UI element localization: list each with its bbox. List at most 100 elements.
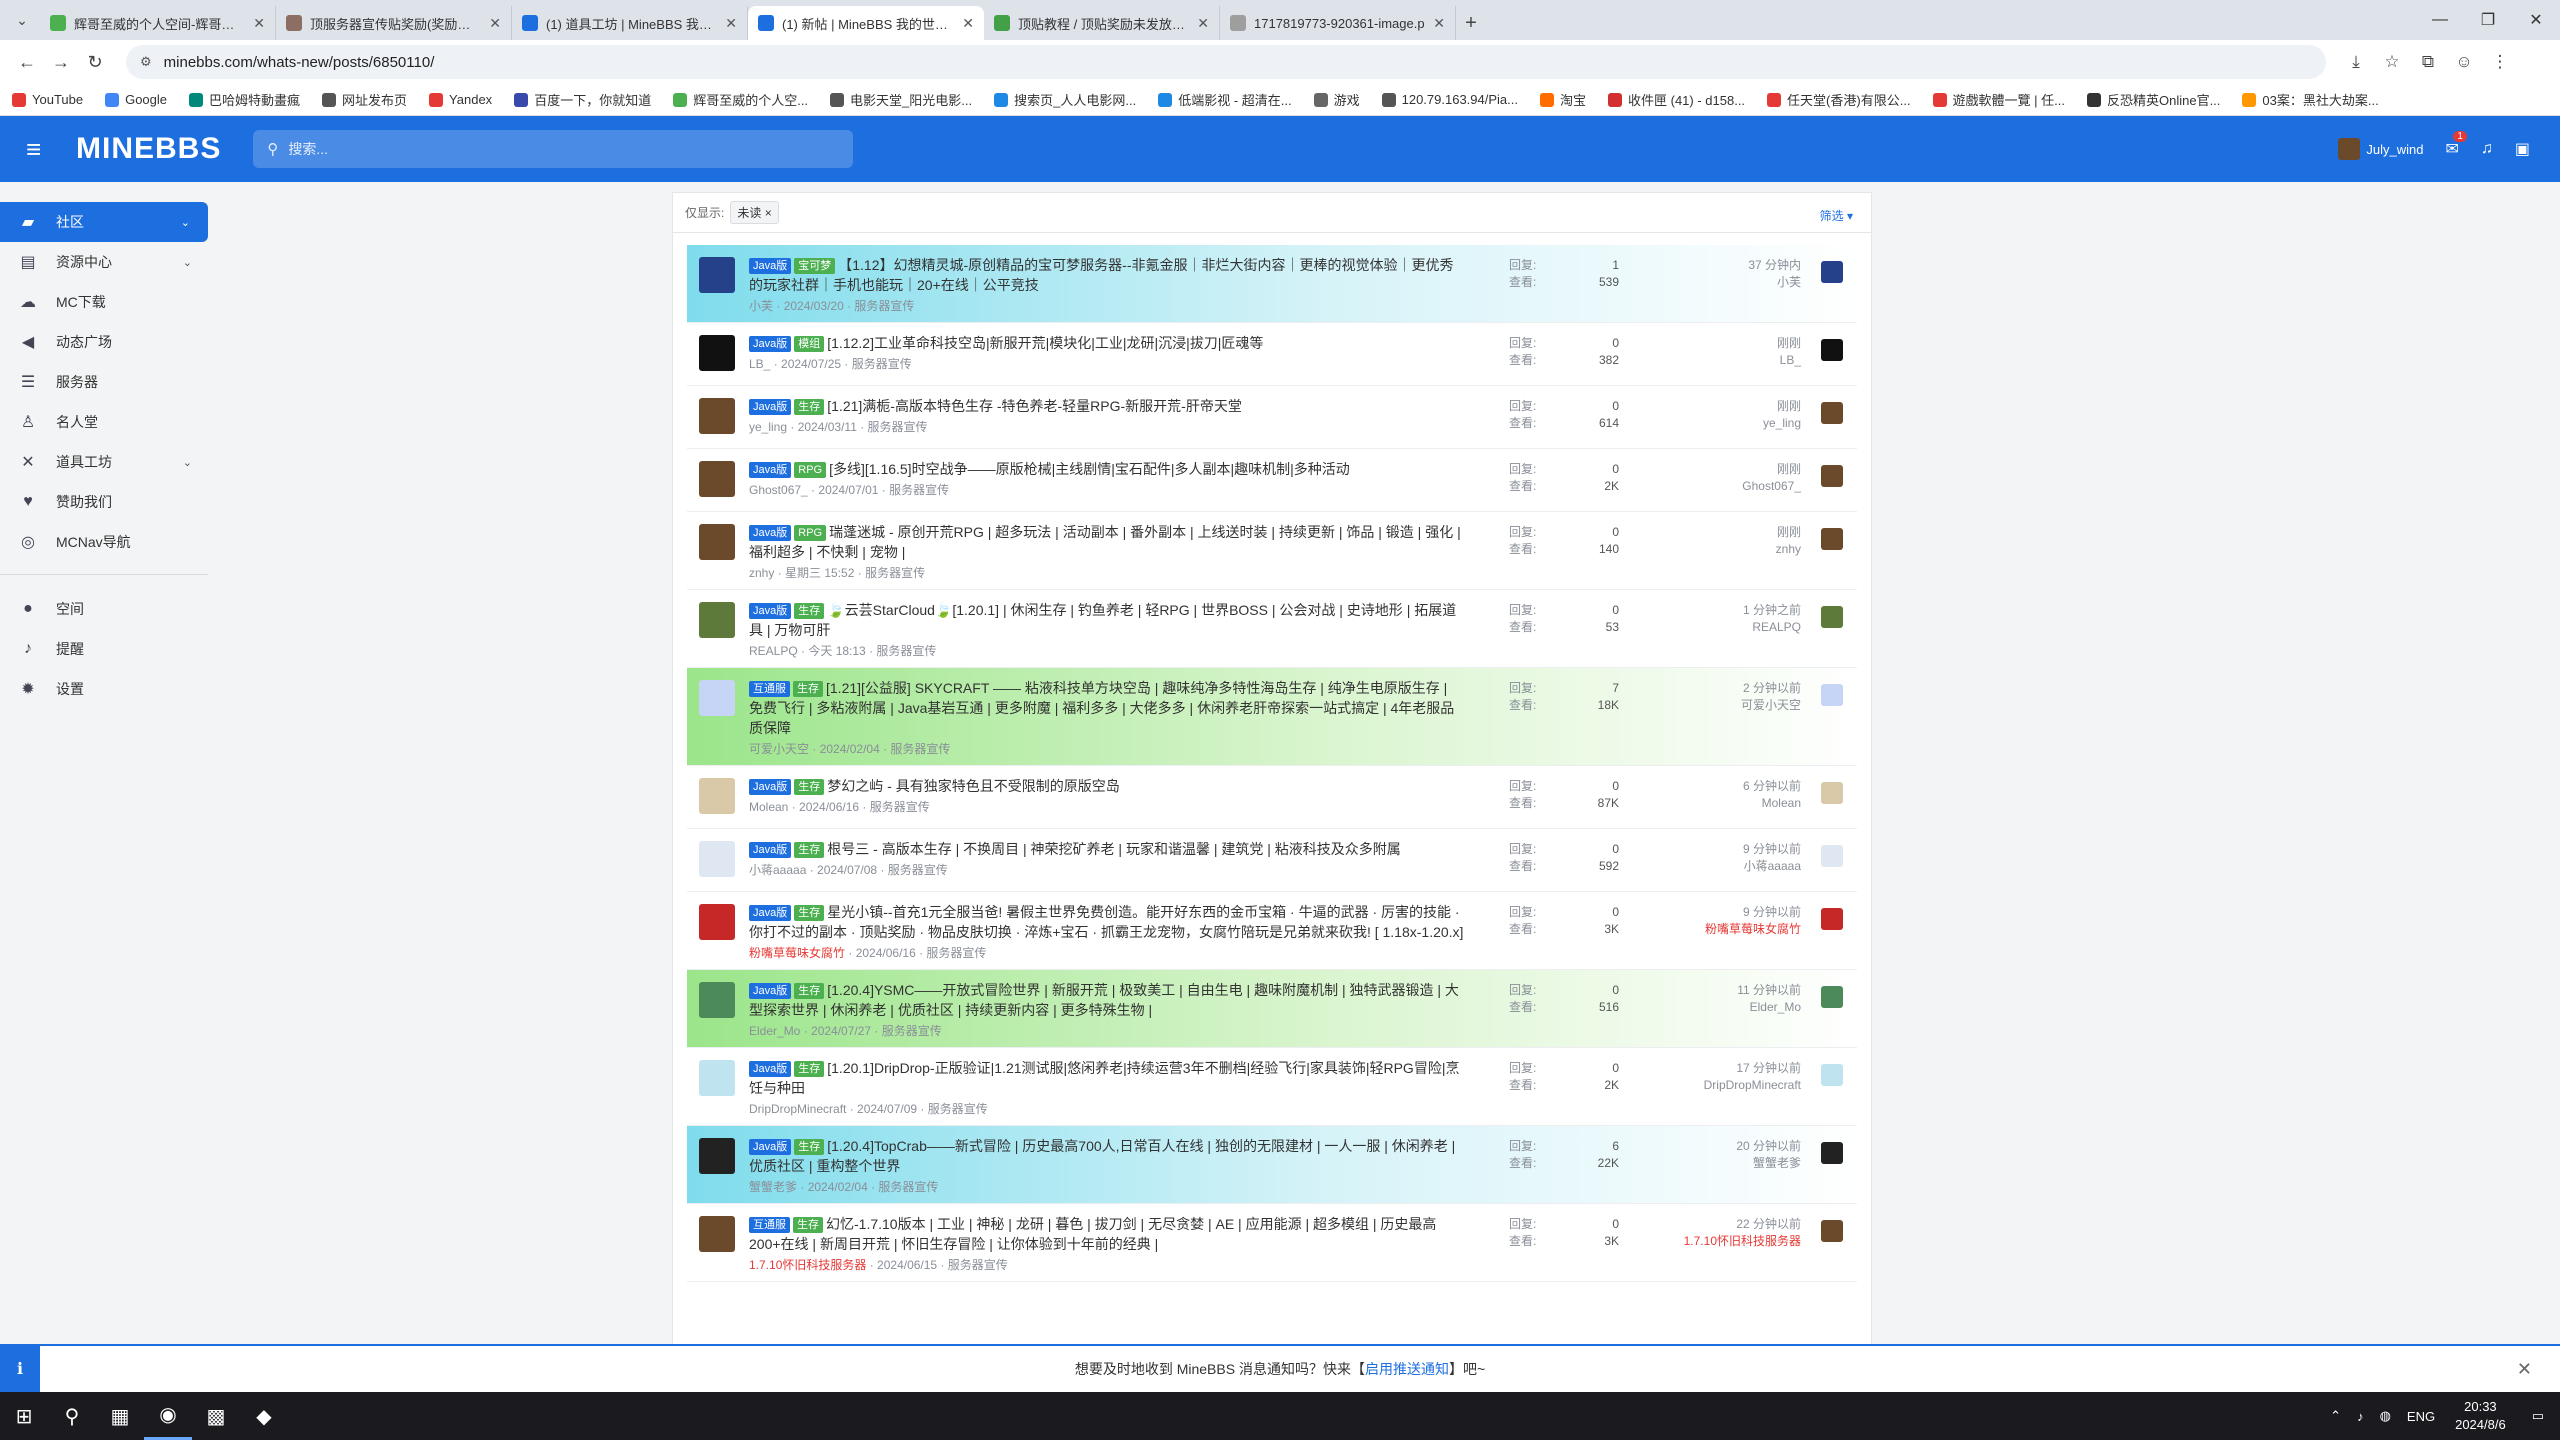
bookmark-item[interactable]: 任天堂(香港)有限公... — [1767, 90, 1911, 109]
thread-prefix-badge[interactable]: Java版 — [749, 603, 792, 619]
thread-prefix-badge[interactable]: 生存 — [794, 399, 825, 415]
browser-tab-0[interactable]: 辉哥至威的个人空间-辉哥至威 ✕ — [40, 6, 276, 40]
bookmark-item[interactable]: 反恐精英Online官... — [2086, 90, 2220, 109]
post-icon[interactable]: ▣ — [2515, 139, 2530, 159]
site-logo[interactable]: MINEBBS — [76, 132, 221, 166]
thread-row[interactable]: Java版 模组 [1.12.2]工业革命科技空岛|新服开荒|模块化|工业|龙研|沉… — [687, 323, 1857, 386]
thread-prefix-badge[interactable]: 宝可梦 — [794, 258, 836, 274]
last-poster-avatar[interactable] — [1821, 1064, 1843, 1086]
thread-title-text[interactable]: 🍃云芸StarCloud🍃[1.20.1] | 休闲生存 | 钓鱼养老 | 轻R… — [749, 602, 1456, 638]
avatar[interactable] — [699, 982, 735, 1018]
tab-close-icon[interactable]: ✕ — [489, 15, 501, 32]
install-app-icon[interactable]: ⤓ — [2338, 45, 2374, 79]
bookmark-item[interactable]: 辉哥至威的个人空... — [673, 90, 808, 109]
thread-row[interactable]: Java版 RPG 瑞蓬迷城 - 原创开荒RPG | 超多玩法 | 活动副本 | 番… — [687, 512, 1857, 590]
thread-forum[interactable]: 服务器宣传 — [888, 863, 948, 877]
last-poster-avatar[interactable] — [1821, 606, 1843, 628]
thread-title[interactable]: Java版 生存 [1.20.4]YSMC——开放式冒险世界 | 新服开荒 | 极致… — [749, 980, 1464, 1020]
sidebar-item-5[interactable]: ♙ 名人堂 — [0, 402, 210, 442]
thread-author[interactable]: ye_ling — [749, 420, 787, 434]
new-tab-button[interactable]: + — [1456, 6, 1486, 40]
thread-forum[interactable]: 服务器宣传 — [854, 299, 914, 313]
avatar[interactable] — [699, 1216, 735, 1252]
thread-title[interactable]: Java版 生存 梦幻之屿 - 具有独家特色且不受限制的原版空岛 — [749, 776, 1464, 796]
thread-forum[interactable]: 服务器宣传 — [928, 1102, 988, 1116]
last-post-time[interactable]: 20 分钟以前 — [1641, 1138, 1801, 1155]
filter-button[interactable]: 筛选 ▾ — [1820, 207, 1853, 224]
last-poster-avatar[interactable] — [1821, 782, 1843, 804]
thread-author[interactable]: LB_ — [749, 357, 770, 371]
thread-prefix-badge[interactable]: 生存 — [794, 842, 825, 858]
avatar[interactable] — [699, 335, 735, 371]
thread-row[interactable]: 互通服 生存 [1.21][公益服] SKYCRAFT —— 粘液科技单方块空岛 |… — [687, 668, 1857, 766]
sidebar-item-2[interactable]: ☁ MC下载 — [0, 282, 210, 322]
avatar[interactable] — [699, 904, 735, 940]
tab-close-icon[interactable]: ✕ — [1197, 15, 1209, 32]
last-post-user[interactable]: ye_ling — [1641, 415, 1801, 432]
thread-row[interactable]: Java版 RPG [多线][1.16.5]时空战争——原版枪械|主线剧情|宝石配件… — [687, 449, 1857, 512]
last-post-time[interactable]: 刚刚 — [1641, 524, 1801, 541]
sidebar-item-0[interactable]: ▰ 社区 ⌄ — [0, 202, 208, 242]
sidebar-item-3[interactable]: ◀ 动态广场 — [0, 322, 210, 362]
menu-icon[interactable]: ⋮ — [2482, 45, 2518, 79]
bookmark-item[interactable]: Yandex — [429, 92, 492, 107]
last-post-time[interactable]: 刚刚 — [1641, 335, 1801, 352]
last-poster-avatar[interactable] — [1821, 339, 1843, 361]
thread-prefix-badge[interactable]: 生存 — [793, 1217, 823, 1233]
thread-title-text[interactable]: [多线][1.16.5]时空战争——原版枪械|主线剧情|宝石配件|多人副本|趣味… — [829, 461, 1350, 477]
bookmark-item[interactable]: 03案：黑社大劫案... — [2242, 90, 2379, 109]
launcher-icon[interactable]: ◆ — [240, 1392, 288, 1440]
url-field[interactable]: ⚙ minebbs.com/whats-new/posts/6850110/ — [126, 45, 2326, 79]
thread-row[interactable]: Java版 生存 [1.20.1]DripDrop-正版验证|1.21测试服|悠闲养… — [687, 1048, 1857, 1126]
avatar[interactable] — [699, 524, 735, 560]
thread-prefix-badge[interactable]: 生存 — [794, 905, 825, 921]
thread-title-text[interactable]: 星光小镇--首充1元全服当爸! 暑假主世界免费创造。能开好东西的金币宝箱 · 牛… — [749, 904, 1463, 940]
thread-prefix-badge[interactable]: Java版 — [749, 525, 792, 541]
bookmark-item[interactable]: 遊戲軟體一覽 | 任... — [1932, 90, 2065, 109]
thread-title[interactable]: Java版 生存 星光小镇--首充1元全服当爸! 暑假主世界免费创造。能开好东西的金… — [749, 902, 1464, 942]
windows-start-icon[interactable]: ⊞ — [0, 1392, 48, 1440]
extensions-icon[interactable]: ⧉ — [2410, 45, 2446, 79]
thread-row[interactable]: Java版 生存 [1.20.4]YSMC——开放式冒险世界 | 新服开荒 | 极致… — [687, 970, 1857, 1048]
thread-prefix-badge[interactable]: Java版 — [749, 983, 792, 999]
thread-prefix-badge[interactable]: 互通服 — [749, 681, 790, 697]
last-post-user[interactable]: 可爱小天空 — [1641, 697, 1801, 714]
bookmark-item[interactable]: YouTube — [12, 92, 83, 107]
minecraft-icon[interactable]: ▩ — [192, 1392, 240, 1440]
avatar[interactable] — [699, 778, 735, 814]
thread-title[interactable]: Java版 生存 [1.21]满栀-高版本特色生存 -特色养老-轻量RPG-新服开荒… — [749, 396, 1464, 416]
last-post-time[interactable]: 37 分钟内 — [1641, 257, 1801, 274]
thread-forum[interactable]: 服务器宣传 — [852, 357, 912, 371]
thread-prefix-badge[interactable]: Java版 — [749, 1061, 792, 1077]
thread-title[interactable]: Java版 RPG [多线][1.16.5]时空战争——原版枪械|主线剧情|宝石配件… — [749, 459, 1464, 479]
thread-author[interactable]: 蟹蟹老爹 — [749, 1180, 797, 1194]
taskbar-search-icon[interactable]: ⚲ — [48, 1392, 96, 1440]
avatar[interactable] — [699, 602, 735, 638]
thread-row[interactable]: Java版 生存 梦幻之屿 - 具有独家特色且不受限制的原版空岛 Molean · 2… — [687, 766, 1857, 829]
thread-forum[interactable]: 服务器宣传 — [878, 1180, 938, 1194]
thread-title[interactable]: 互通服 生存 幻忆-1.7.10版本 | 工业 | 神秘 | 龙研 | 暮色 | 拔… — [749, 1214, 1464, 1254]
last-post-time[interactable]: 1 分钟之前 — [1641, 602, 1801, 619]
thread-author[interactable]: 粉嘴草莓味女腐竹 — [749, 946, 845, 960]
forward-button[interactable]: → — [44, 45, 78, 79]
thread-prefix-badge[interactable]: Java版 — [749, 905, 792, 921]
last-poster-avatar[interactable] — [1821, 908, 1843, 930]
avatar[interactable] — [699, 1060, 735, 1096]
thread-title-text[interactable]: [1.20.4]TopCrab——新式冒险 | 历史最高700人,日常百人在线 … — [749, 1138, 1455, 1174]
hamburger-menu-icon[interactable]: ≡ — [26, 134, 64, 165]
last-post-user[interactable]: 小蒋aaaaa — [1641, 858, 1801, 875]
thread-prefix-badge[interactable]: 生存 — [794, 983, 825, 999]
last-post-time[interactable]: 刚刚 — [1641, 398, 1801, 415]
sidebar-item-8[interactable]: ◎ MCNav导航 — [0, 522, 210, 562]
bookmark-item[interactable]: 低端影视 - 超清在... — [1158, 90, 1292, 109]
last-poster-avatar[interactable] — [1821, 528, 1843, 550]
thread-title[interactable]: Java版 RPG 瑞蓬迷城 - 原创开荒RPG | 超多玩法 | 活动副本 | 番… — [749, 522, 1464, 562]
thread-title[interactable]: Java版 生存 [1.20.1]DripDrop-正版验证|1.21测试服|悠闲养… — [749, 1058, 1464, 1098]
last-post-time[interactable]: 2 分钟以前 — [1641, 680, 1801, 697]
thread-row[interactable]: Java版 生存 🍃云芸StarCloud🍃[1.20.1] | 休闲生存 | 钓鱼… — [687, 590, 1857, 668]
search-input[interactable]: ⚲ 搜索... — [253, 130, 854, 168]
sidebar-account-item-0[interactable]: ● 空间 — [0, 589, 210, 629]
thread-author[interactable]: 可爱小天空 — [749, 742, 809, 756]
thread-forum[interactable]: 服务器宣传 — [889, 483, 949, 497]
thread-prefix-badge[interactable]: RPG — [794, 525, 827, 541]
